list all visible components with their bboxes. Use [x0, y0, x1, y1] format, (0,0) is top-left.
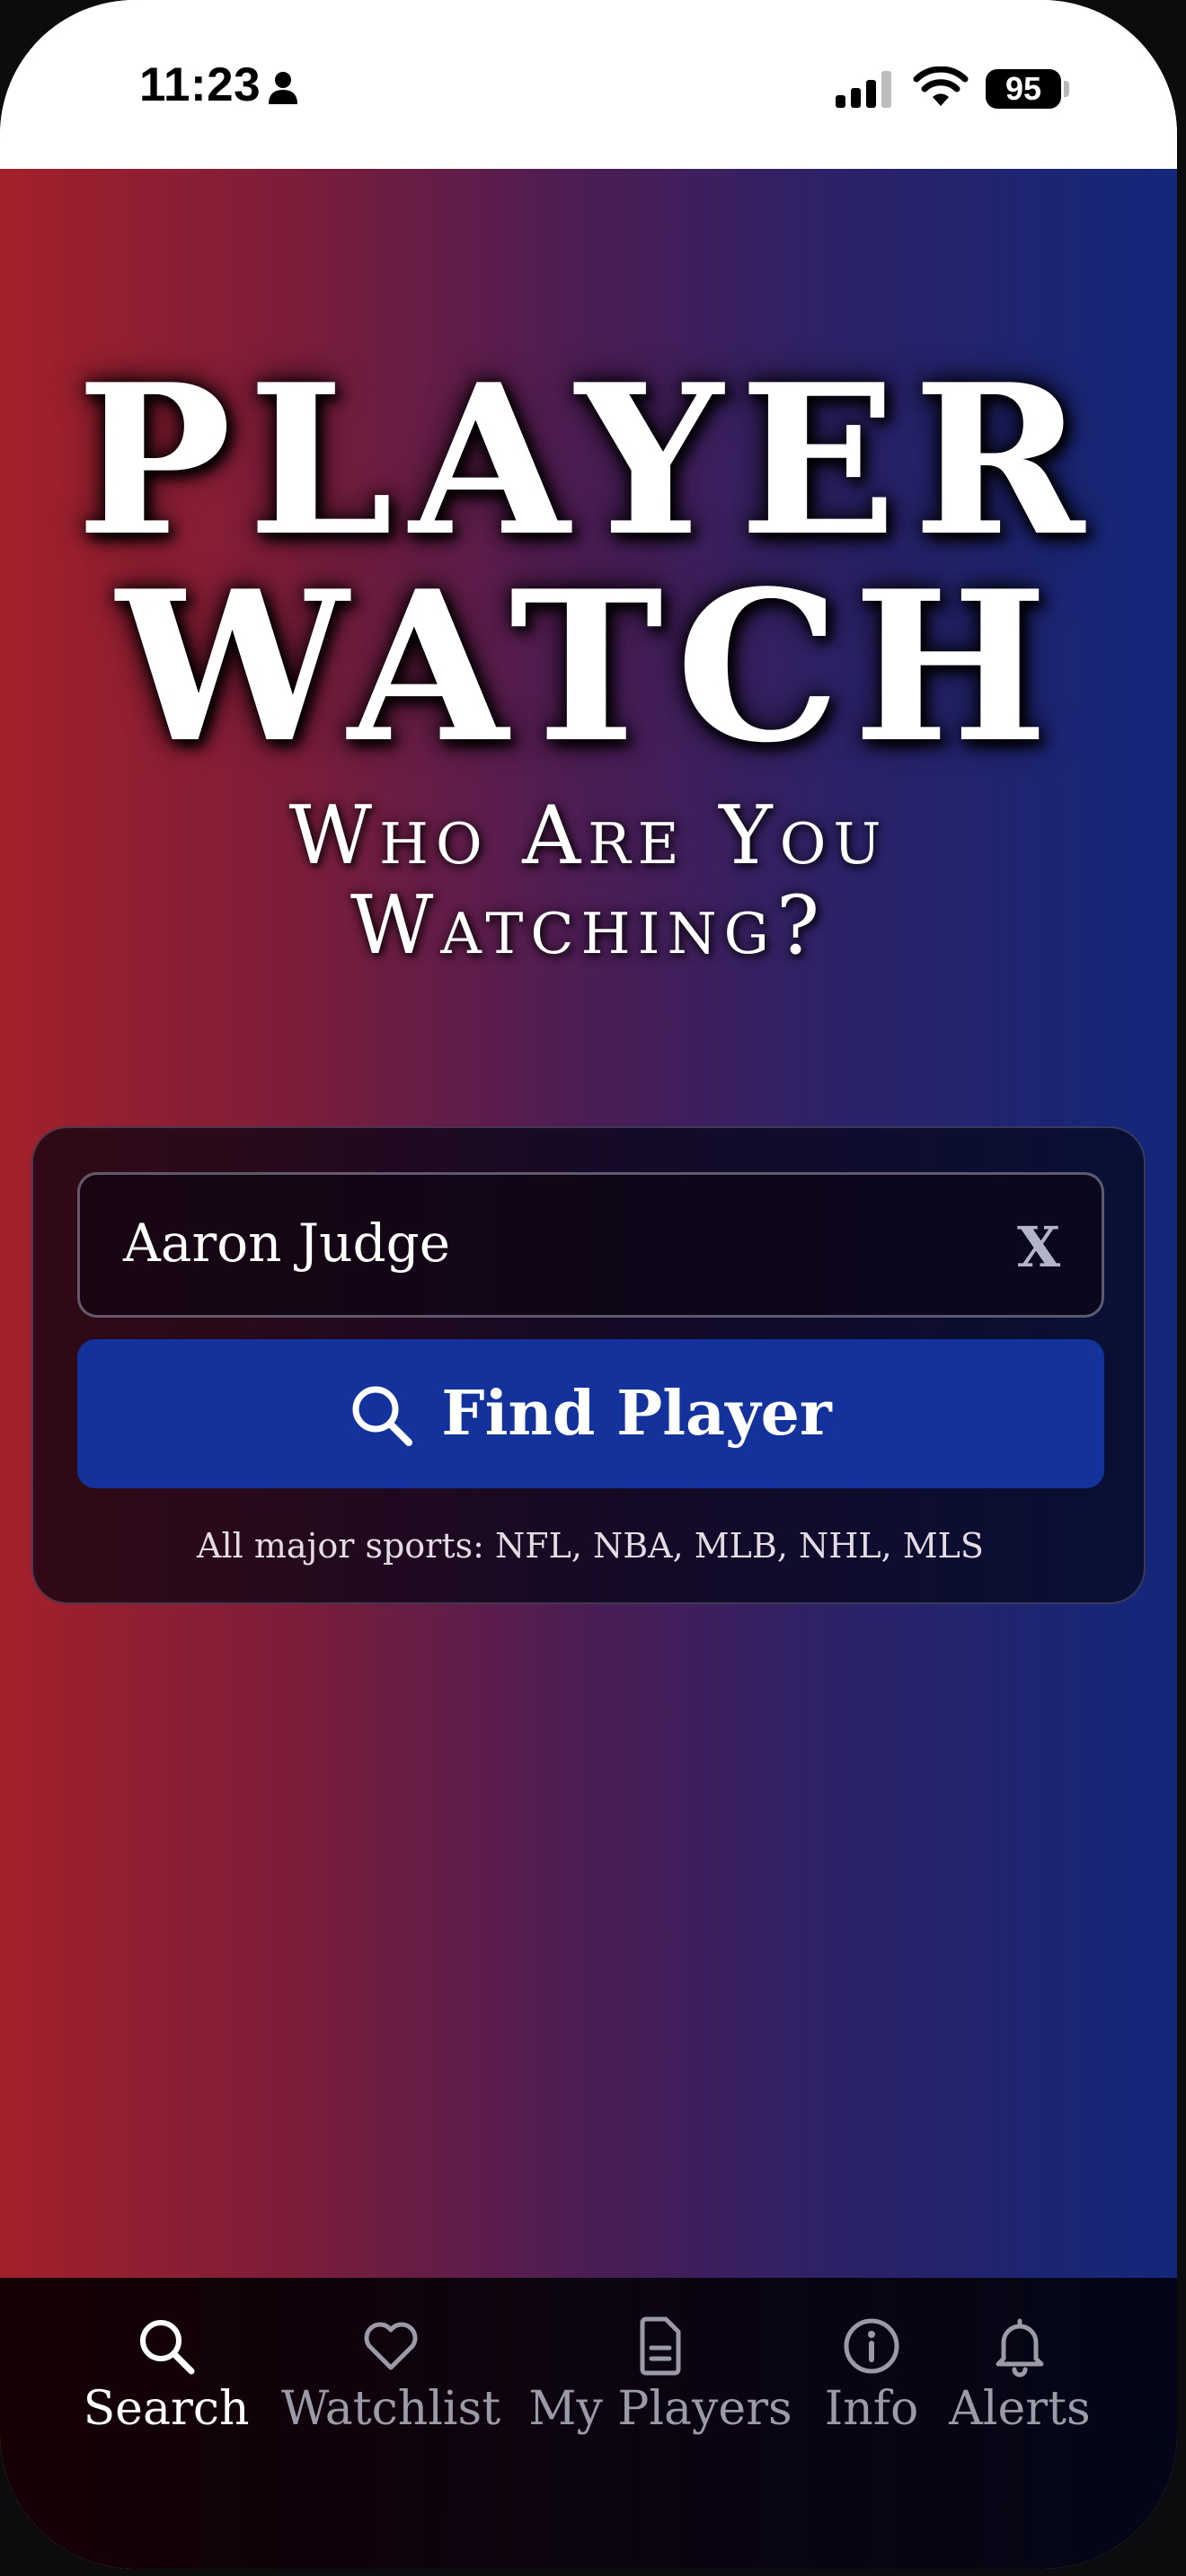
- sports-note: All major sports: NFL, NBA, MLB, NHL, ML…: [197, 1526, 984, 1566]
- nav-item-watchlist[interactable]: Watchlist: [270, 2314, 512, 2475]
- app-title-line2: WATCH: [116, 546, 1061, 789]
- wifi-icon: [913, 66, 969, 106]
- subtitle-line2: Watching?: [350, 878, 828, 973]
- info-icon: [844, 2318, 899, 2374]
- nav-item-my-players[interactable]: My Players: [526, 2314, 795, 2475]
- main-content: PLAYER WATCH Who Are You Watching? Aaron…: [0, 169, 1177, 2569]
- nav-label-search: Search: [83, 2382, 250, 2436]
- battery-cap: [1064, 81, 1069, 97]
- person-icon: [269, 72, 297, 104]
- app-screen: 11:23 95 PLAYER WATCH Who Are You Watchi…: [0, 0, 1177, 2569]
- nav-label-watchlist: Watchlist: [280, 2382, 501, 2436]
- nav-item-alerts[interactable]: Alerts: [939, 2314, 1101, 2475]
- search-icon: [140, 2320, 195, 2375]
- nav-item-info[interactable]: Info: [813, 2314, 930, 2475]
- status-time: 11:23: [139, 58, 261, 111]
- nav-label-my-players: My Players: [528, 2382, 792, 2436]
- find-player-label: Find Player: [441, 1378, 832, 1450]
- battery-icon: 95: [986, 69, 1061, 109]
- find-player-button[interactable]: Find Player: [77, 1339, 1104, 1488]
- search-input[interactable]: Aaron Judge X: [77, 1172, 1104, 1318]
- heart-icon: [364, 2322, 418, 2370]
- nav-item-search[interactable]: Search: [76, 2314, 256, 2475]
- search-input-value: Aaron Judge: [123, 1213, 451, 1274]
- bottom-nav: Search Watchlist My Players Info Alerts: [0, 2278, 1177, 2569]
- clear-button[interactable]: X: [1003, 1207, 1075, 1288]
- bell-icon: [996, 2318, 1044, 2378]
- status-bar: 11:23 95: [0, 0, 1177, 169]
- device-frame: 11:23 95 PLAYER WATCH Who Are You Watchi…: [0, 0, 1186, 2576]
- subtitle-line1: Who Are You: [288, 789, 889, 883]
- nav-label-info: Info: [824, 2382, 919, 2436]
- search-card: Aaron Judge X Find Player All major spor…: [31, 1126, 1146, 1604]
- search-icon: [352, 1386, 413, 1446]
- document-icon: [640, 2316, 681, 2376]
- signal-icon: [836, 71, 891, 108]
- nav-label-alerts: Alerts: [949, 2382, 1091, 2436]
